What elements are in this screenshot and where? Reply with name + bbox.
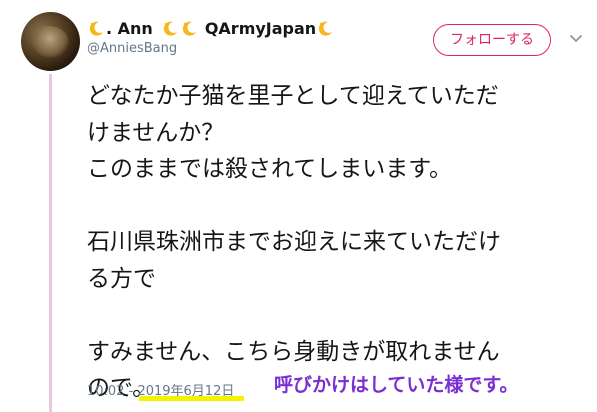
- tweet-text: どなたか子猫を里子として迎えていただ けませんか？ このままでは殺されてしまいま…: [87, 78, 587, 407]
- annotation-text: 呼びかけはしていた様です。: [274, 374, 519, 396]
- display-name-part1: . Ann: [106, 18, 153, 38]
- follow-button[interactable]: フォローする: [433, 24, 551, 56]
- tweet-date: 2019年6月12日: [137, 384, 235, 399]
- tweet-line: このままでは殺されてしまいます。: [87, 156, 453, 182]
- avatar[interactable]: [21, 12, 80, 71]
- tweet-header: . Ann QArmyJapan @AnniesBang: [87, 16, 335, 56]
- tweet-line: けませんか？: [87, 119, 225, 146]
- thread-line: [49, 74, 52, 412]
- crescent-moon-icon: [181, 20, 198, 37]
- timestamp-separator: -: [128, 384, 134, 399]
- user-handle[interactable]: @AnniesBang: [87, 41, 335, 56]
- tweet-line: すみません、こちら身動きが取れません: [87, 338, 500, 365]
- tweet-line: る方で: [87, 265, 156, 292]
- chevron-down-icon[interactable]: [568, 30, 584, 46]
- tweet-line: どなたか子猫を里子として迎えていただ: [87, 83, 499, 109]
- tweet-line: 石川県珠洲市までお迎えに来ていただけ: [87, 229, 501, 255]
- tweet-timestamp[interactable]: 10:02 - 2019年6月12日: [87, 380, 234, 399]
- display-name-part2: QArmyJapan: [204, 18, 317, 38]
- tweet-screenshot: . Ann QArmyJapan @AnniesBang フォローする どなたか…: [0, 0, 597, 412]
- tweet-time: 10:02: [87, 384, 125, 399]
- crescent-moon-icon: [317, 20, 334, 37]
- display-name[interactable]: . Ann QArmyJapan: [87, 16, 335, 40]
- crescent-moon-icon: [88, 20, 105, 37]
- crescent-moon-icon: [162, 20, 179, 37]
